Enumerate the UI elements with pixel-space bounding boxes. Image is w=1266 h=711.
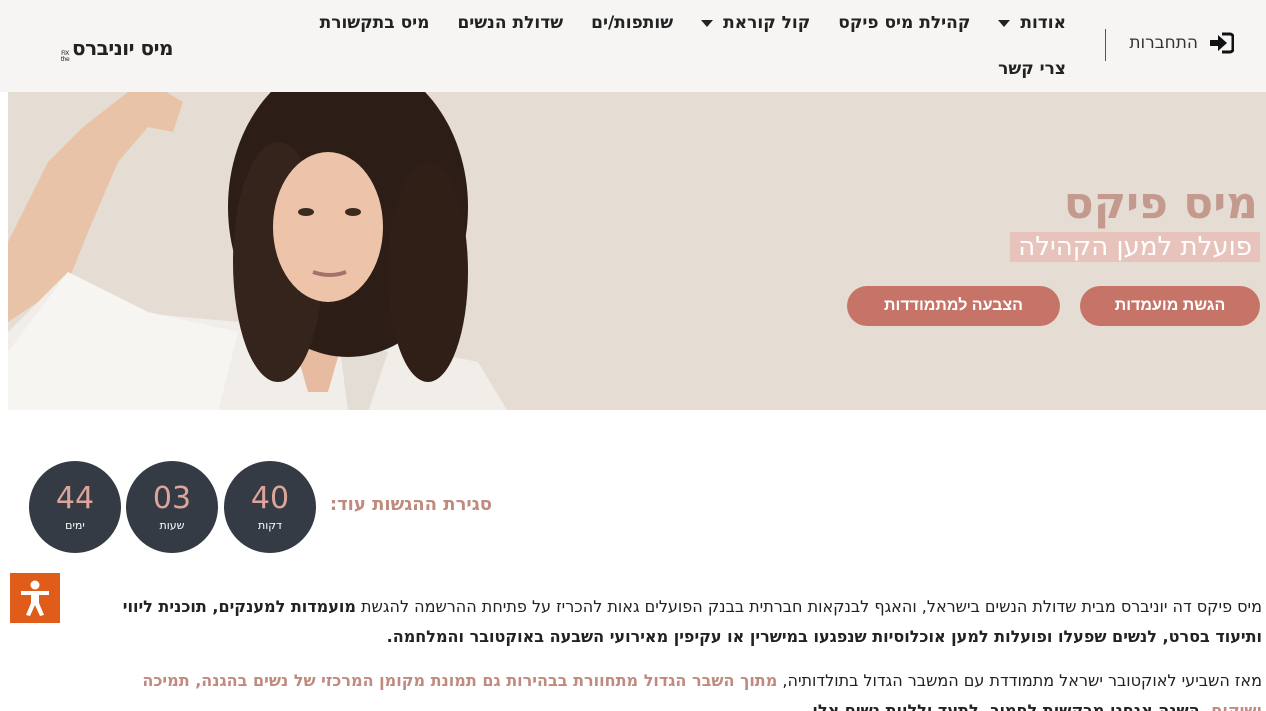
accessibility-button[interactable] bbox=[10, 573, 60, 623]
countdown-hours-unit: שעות bbox=[159, 518, 185, 532]
chevron-down-icon bbox=[701, 19, 714, 27]
countdown-label: סגירת ההגשות עוד: bbox=[329, 494, 492, 515]
countdown-minutes-value: 40 bbox=[250, 480, 290, 516]
countdown-hours: 03 שעות bbox=[126, 461, 218, 553]
countdown-minutes-unit: דקות bbox=[257, 518, 283, 532]
context-text-4: . השנה אנחנו מבקשות לחמוך, לתעד וללוות נ… bbox=[812, 701, 1212, 711]
nav-item-label: שדולת הנשים bbox=[457, 13, 564, 33]
hero-subtitle: פועלת למען הקהילה bbox=[1010, 232, 1260, 262]
nav-item-lobby[interactable]: שדולת הנשים bbox=[443, 13, 577, 33]
intro-text-3: ותיעוד בסרט, לנשים שפעלו ופועלות למען או… bbox=[386, 627, 1262, 646]
nav-item-about[interactable]: אודות bbox=[984, 13, 1080, 33]
nav-item-label: קול קוראת bbox=[723, 13, 811, 33]
nav-item-label: צרי קשר bbox=[998, 59, 1066, 79]
nav-item-label: שותפות/ים bbox=[591, 13, 674, 33]
login-link[interactable]: התחברות bbox=[1129, 32, 1234, 54]
countdown-days-value: 44 bbox=[55, 480, 95, 516]
chevron-down-icon bbox=[998, 19, 1011, 27]
hero-banner: מיס פיקס פועלת למען הקהילה הגשת מועמדות … bbox=[8, 92, 1266, 410]
context-text-3: ושיקום bbox=[1211, 701, 1262, 711]
nav-item-label: מיס בתקשורת bbox=[319, 13, 430, 33]
nav-item-label: קהילת מיס פיקס bbox=[838, 13, 971, 33]
logo-small-text: FIX the bbox=[60, 50, 70, 63]
context-paragraph: מאז השביעי לאוקטובר ישראל מתמודדת עם המש… bbox=[62, 666, 1262, 711]
nav-item-community[interactable]: קהילת מיס פיקס bbox=[824, 13, 984, 33]
sign-in-icon bbox=[1210, 32, 1234, 54]
site-header: התחברות אודות קהילת מיס פיקס קול קוראת ש… bbox=[0, 0, 1266, 92]
intro-text-2: מועמדות למענקים, תוכנית ליווי bbox=[122, 597, 356, 616]
site-logo[interactable]: מיס יוניברס FIX the bbox=[60, 36, 174, 63]
vote-contestants-button[interactable]: הצבעה למתמודדות bbox=[847, 286, 1060, 326]
accessibility-icon bbox=[21, 580, 49, 616]
nav-item-partners[interactable]: שותפות/ים bbox=[577, 13, 687, 33]
countdown-days-unit: ימים bbox=[65, 518, 85, 532]
countdown-days: 44 ימים bbox=[29, 461, 121, 553]
logo-text: מיס יוניברס bbox=[72, 36, 173, 60]
nav-item-call[interactable]: קול קוראת bbox=[687, 13, 824, 33]
intro-text-1: מיס פיקס דה יוניברס מבית שדולת הנשים ביש… bbox=[355, 597, 1262, 616]
countdown-minutes: 40 דקות bbox=[224, 461, 316, 553]
hero-woman-image bbox=[8, 92, 507, 410]
nav-row-2: צרי קשר bbox=[310, 54, 1080, 84]
nav-item-contact[interactable]: צרי קשר bbox=[984, 59, 1080, 79]
nav-item-label: אודות bbox=[1020, 13, 1066, 33]
hero-title: מיס פיקס bbox=[1063, 178, 1258, 229]
context-text-2: מתוך השבר הגדול מתחוורת בבהירות גם תמונת… bbox=[142, 671, 778, 690]
login-label: התחברות bbox=[1129, 33, 1198, 53]
header-divider bbox=[1105, 29, 1106, 61]
main-nav: אודות קהילת מיס פיקס קול קוראת שותפות/ים… bbox=[310, 8, 1080, 84]
submit-candidacy-button[interactable]: הגשת מועמדות bbox=[1080, 286, 1260, 326]
nav-item-media[interactable]: מיס בתקשורת bbox=[306, 13, 444, 33]
intro-paragraph: מיס פיקס דה יוניברס מבית שדולת הנשים ביש… bbox=[62, 592, 1262, 652]
context-text-1: מאז השביעי לאוקטובר ישראל מתמודדת עם המש… bbox=[777, 671, 1262, 690]
nav-row-1: אודות קהילת מיס פיקס קול קוראת שותפות/ים… bbox=[310, 8, 1080, 38]
countdown-hours-value: 03 bbox=[152, 480, 192, 516]
